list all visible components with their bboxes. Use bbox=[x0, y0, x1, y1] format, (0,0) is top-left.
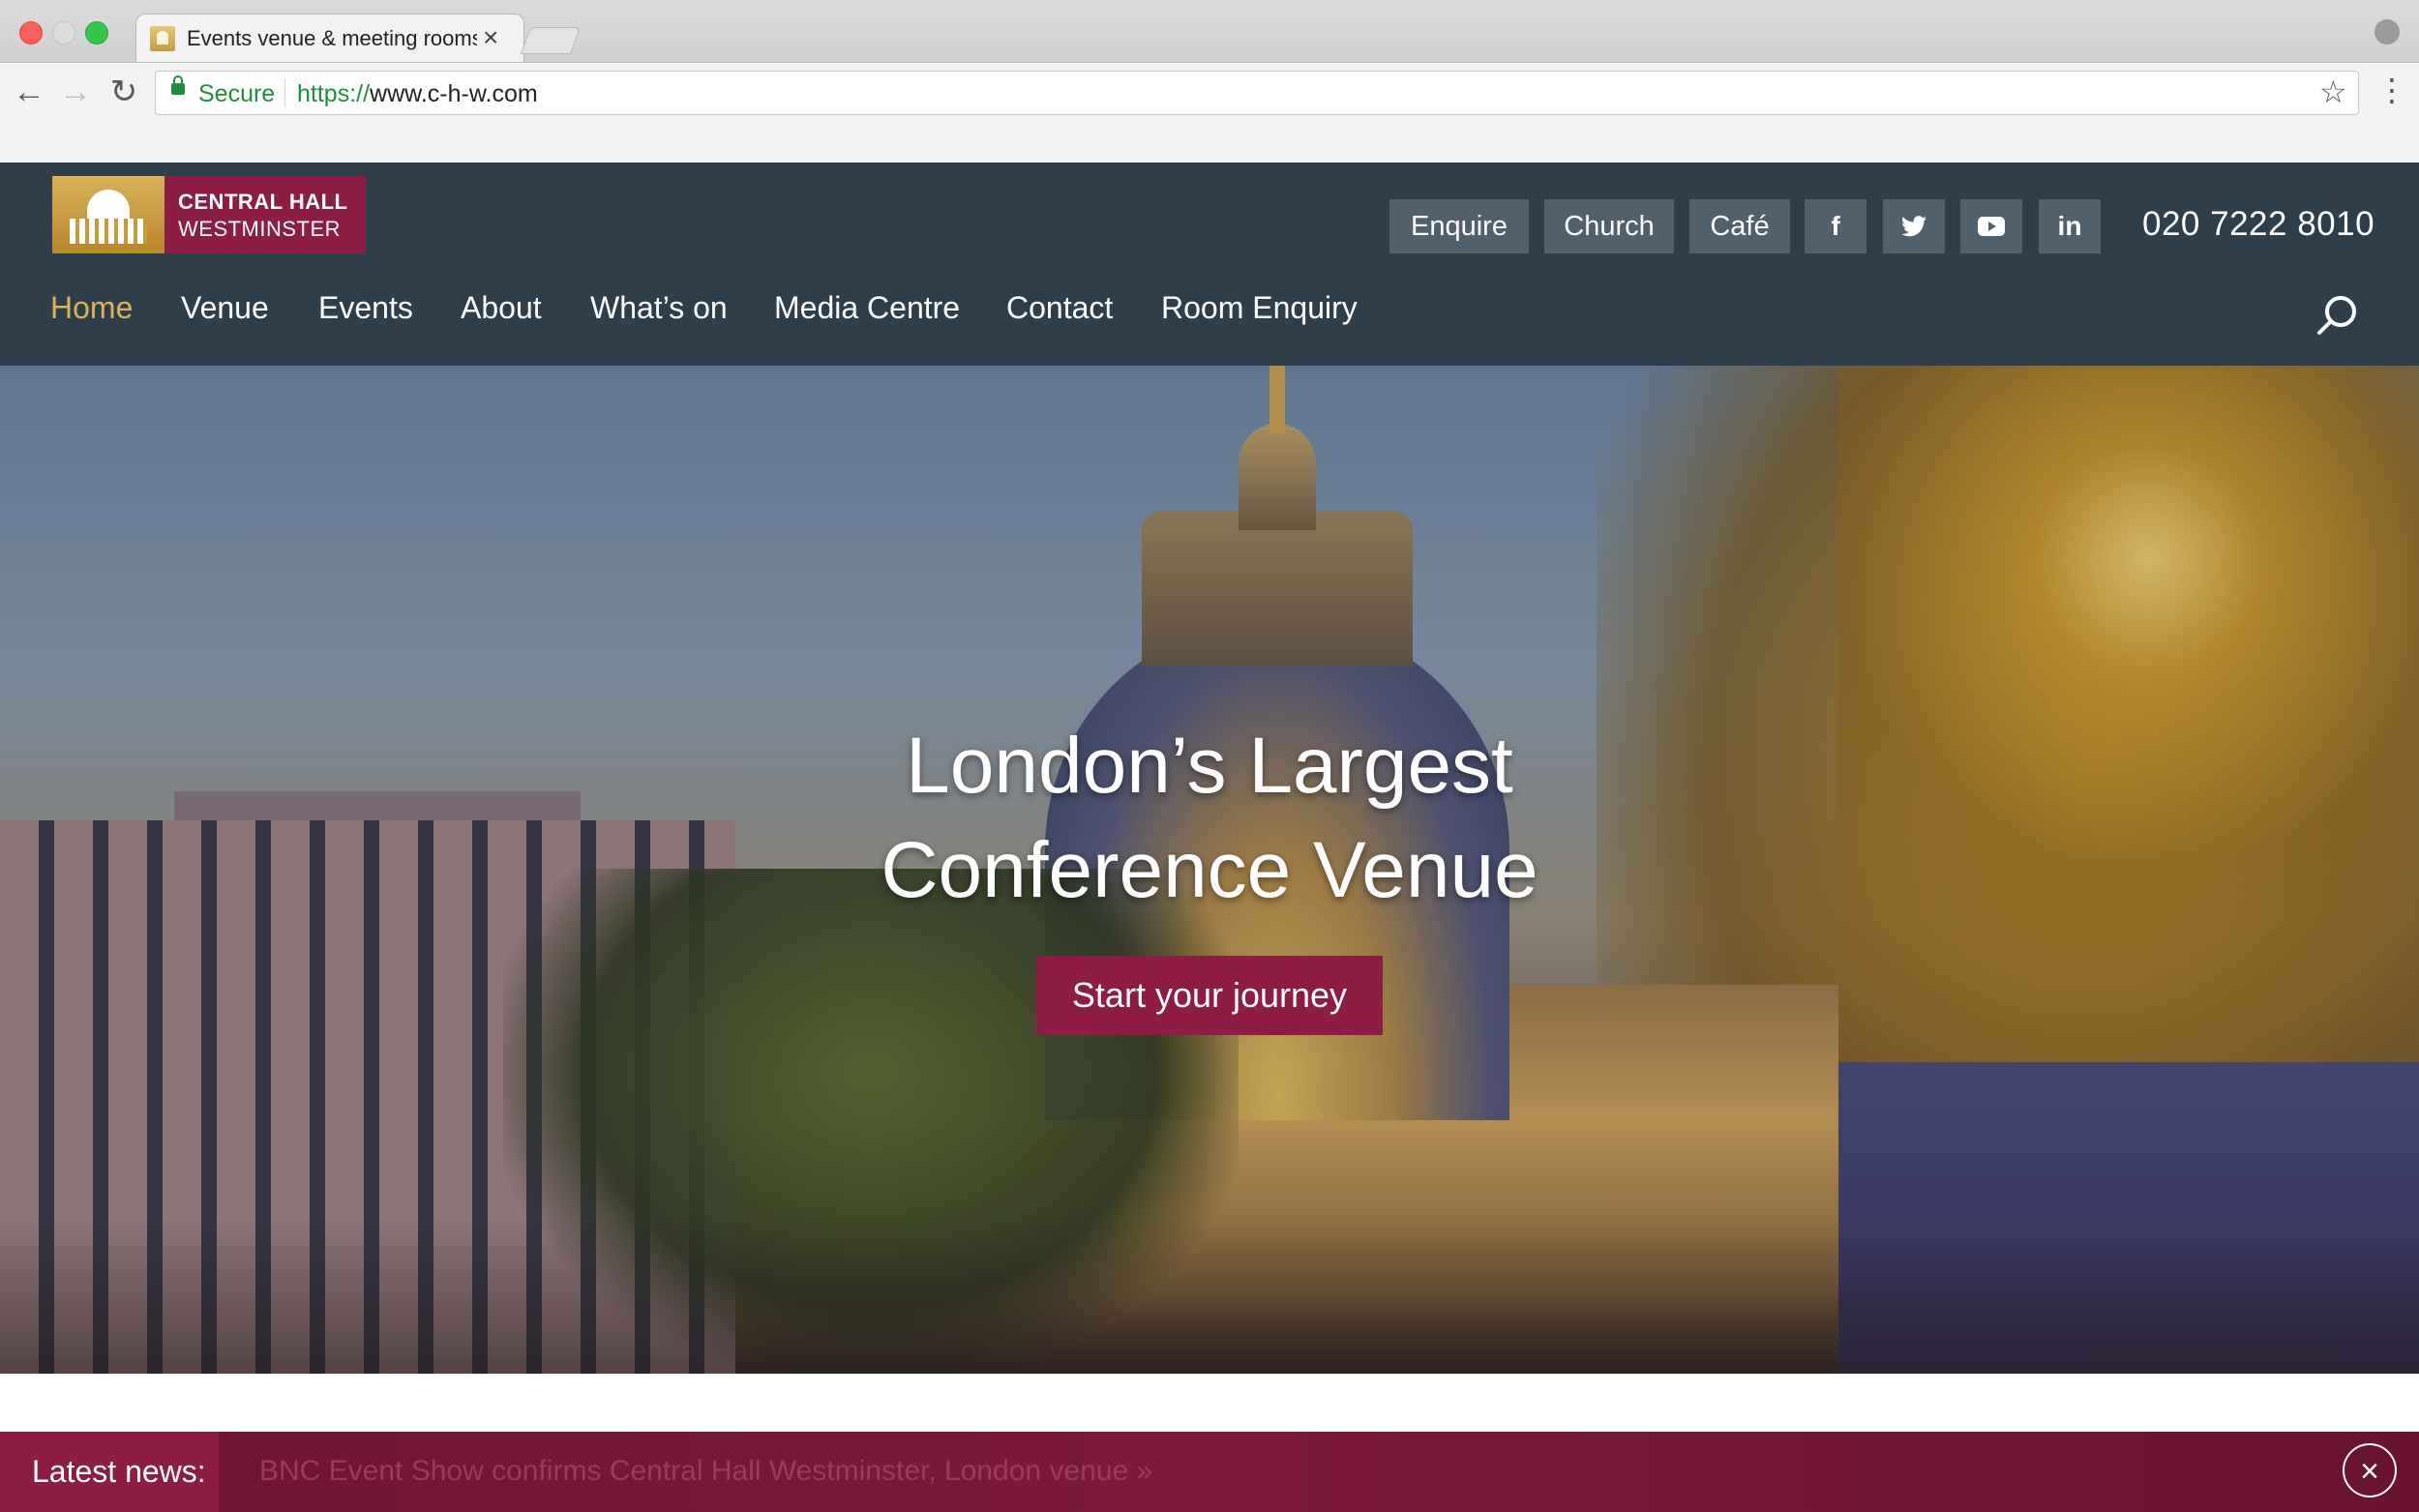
tab-close-icon[interactable]: × bbox=[483, 22, 498, 53]
hero-banner: London’s Largest Conference Venue Start … bbox=[0, 366, 2419, 1374]
address-bar[interactable]: Secure https://www.c-h-w.com ☆ bbox=[155, 71, 2359, 115]
lock-icon bbox=[171, 75, 185, 95]
site-logo[interactable]: CENTRAL HALL WESTMINSTER bbox=[52, 176, 366, 253]
enquire-button[interactable]: Enquire bbox=[1389, 199, 1529, 253]
logo-line2: WESTMINSTER bbox=[178, 217, 342, 241]
browser-toolbar: ← → ↻ Secure https://www.c-h-w.com ☆ ⋮ bbox=[0, 62, 2419, 163]
new-tab-button[interactable] bbox=[520, 27, 582, 54]
hero-title-line1: London’s Largest bbox=[906, 722, 1513, 810]
secure-label: Secure bbox=[198, 80, 276, 107]
nav-item-contact[interactable]: Contact bbox=[1006, 290, 1113, 326]
maximize-window-button[interactable] bbox=[85, 21, 108, 44]
nav-item-whats-on[interactable]: What’s on bbox=[590, 290, 728, 326]
main-navigation: Home Venue Events About What’s on Media … bbox=[0, 269, 2419, 366]
latest-news-label: Latest news: bbox=[0, 1432, 219, 1512]
address-divider bbox=[284, 79, 285, 106]
twitter-bird-glyph bbox=[1901, 216, 1926, 237]
magnifier-glyph bbox=[2317, 296, 2356, 335]
youtube-play-glyph bbox=[1978, 217, 2005, 236]
youtube-icon[interactable] bbox=[1960, 199, 2022, 253]
twitter-icon[interactable] bbox=[1883, 199, 1945, 253]
logo-line1: CENTRAL HALL bbox=[178, 190, 348, 214]
url-scheme: https:// bbox=[297, 80, 371, 107]
nav-item-venue[interactable]: Venue bbox=[181, 290, 269, 326]
back-arrow-icon[interactable]: ← bbox=[10, 73, 48, 111]
logo-wordmark: CENTRAL HALL WESTMINSTER bbox=[164, 176, 366, 253]
url-host: www.c-h-w.com bbox=[370, 80, 538, 107]
close-icon[interactable]: × bbox=[2343, 1443, 2397, 1497]
logo-dome-icon bbox=[52, 176, 164, 253]
nav-item-events[interactable]: Events bbox=[318, 290, 413, 326]
profile-icon[interactable] bbox=[2374, 19, 2400, 44]
close-window-button[interactable] bbox=[19, 21, 43, 44]
linkedin-icon[interactable]: in bbox=[2039, 199, 2101, 253]
search-icon[interactable] bbox=[2315, 294, 2358, 337]
reload-icon[interactable]: ↻ bbox=[105, 73, 143, 111]
favicon-icon bbox=[150, 26, 175, 51]
tab-title: Events venue & meeting rooms bbox=[187, 26, 477, 50]
cafe-button[interactable]: Café bbox=[1689, 199, 1790, 253]
bookmark-star-icon[interactable]: ☆ bbox=[2319, 74, 2347, 110]
site-header: CENTRAL HALL WESTMINSTER Enquire Church … bbox=[0, 163, 2419, 366]
url-text[interactable]: https://www.c-h-w.com bbox=[297, 80, 538, 108]
start-journey-button[interactable]: Start your journey bbox=[1036, 956, 1383, 1035]
church-button[interactable]: Church bbox=[1544, 199, 1674, 253]
latest-news-headline[interactable]: BNC Event Show confirms Central Hall Wes… bbox=[259, 1455, 1152, 1488]
browser-tab[interactable]: Events venue & meeting rooms × bbox=[135, 14, 524, 63]
nav-item-media-centre[interactable]: Media Centre bbox=[774, 290, 960, 326]
content-spacer bbox=[0, 1374, 2419, 1432]
facebook-icon[interactable]: f bbox=[1805, 199, 1867, 253]
nav-item-room-enquiry[interactable]: Room Enquiry bbox=[1161, 290, 1358, 326]
forward-arrow-icon[interactable]: → bbox=[56, 73, 95, 111]
nav-item-home[interactable]: Home bbox=[50, 290, 133, 326]
browser-titlebar: Events venue & meeting rooms × bbox=[0, 0, 2419, 63]
hero-title-line2: Conference Venue bbox=[881, 826, 1538, 914]
phone-number[interactable]: 020 7222 8010 bbox=[2142, 205, 2374, 244]
latest-news-bar: Latest news: BNC Event Show confirms Cen… bbox=[0, 1432, 2419, 1512]
nav-item-about[interactable]: About bbox=[461, 290, 542, 326]
minimize-window-button[interactable] bbox=[52, 21, 75, 44]
hero-title: London’s Largest Conference Venue bbox=[726, 714, 1693, 923]
browser-menu-icon[interactable]: ⋮ bbox=[2376, 74, 2407, 105]
